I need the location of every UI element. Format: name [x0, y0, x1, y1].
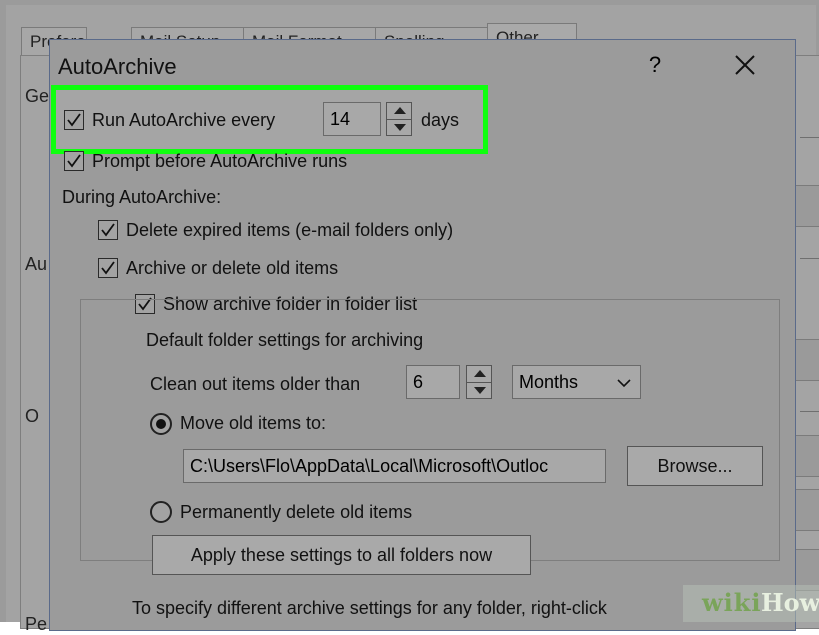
- close-icon: [735, 55, 755, 75]
- side-label-autoarchive: Au: [25, 254, 48, 274]
- close-button[interactable]: [722, 48, 768, 82]
- during-autoarchive-heading: During AutoArchive:: [62, 187, 222, 207]
- divider: [800, 137, 819, 138]
- down-arrow-icon: [394, 124, 406, 131]
- delete-expired-checkbox[interactable]: [98, 220, 118, 240]
- permanently-delete-label: Permanently delete old items: [180, 502, 413, 522]
- parent-side-button[interactable]: [794, 489, 819, 531]
- delete-expired-label: Delete expired items (e-mail folders onl…: [126, 220, 454, 240]
- watermark-logo: wiki: [702, 588, 762, 617]
- check-icon: [67, 154, 81, 168]
- group-title: Default folder settings for archiving: [142, 330, 428, 351]
- footer-instructions: To specify different archive settings fo…: [132, 598, 607, 618]
- up-arrow-icon: [474, 370, 486, 377]
- step-up-button[interactable]: [467, 366, 491, 382]
- down-arrow-icon: [474, 387, 486, 394]
- archive-old-checkbox[interactable]: [98, 258, 118, 278]
- radio-selected-dot: [156, 419, 166, 429]
- side-label-outlook-panes: O: [25, 406, 40, 426]
- run-autoarchive-checkbox[interactable]: [64, 110, 84, 130]
- period-select[interactable]: Months: [512, 365, 641, 399]
- divider: [800, 411, 819, 412]
- move-old-label: Move old items to:: [180, 413, 327, 433]
- step-up-button[interactable]: [387, 103, 411, 119]
- step-down-button[interactable]: [467, 382, 491, 398]
- step-down-button[interactable]: [387, 119, 411, 135]
- archive-old-label: Archive or delete old items: [126, 258, 339, 278]
- dialog-title: AutoArchive: [58, 54, 177, 79]
- clean-out-stepper[interactable]: [466, 365, 492, 399]
- check-icon: [67, 113, 81, 127]
- days-label: days: [421, 110, 460, 130]
- check-icon: [101, 261, 115, 275]
- move-old-radio[interactable]: [150, 413, 172, 435]
- side-label-general: Ge: [25, 86, 50, 106]
- check-icon: [101, 223, 115, 237]
- divider: [800, 258, 819, 259]
- parent-side-button[interactable]: [794, 435, 819, 477]
- autoarchive-days-input[interactable]: 14: [323, 102, 381, 136]
- clean-out-label: Clean out items older than: [150, 374, 361, 394]
- browse-button[interactable]: Browse...: [627, 446, 763, 486]
- watermark-logo-how: How: [761, 588, 819, 617]
- run-autoarchive-label: Run AutoArchive every: [92, 110, 276, 130]
- help-button[interactable]: ?: [640, 48, 670, 82]
- prompt-before-label: Prompt before AutoArchive runs: [92, 151, 348, 171]
- archive-path-input[interactable]: C:\Users\Flo\AppData\Local\Microsoft\Out…: [183, 449, 606, 483]
- up-arrow-icon: [394, 107, 406, 114]
- period-value: Months: [519, 372, 579, 392]
- chevron-down-icon: [617, 379, 631, 388]
- parent-side-button[interactable]: [794, 339, 819, 381]
- side-label-person-names: Pe: [25, 614, 48, 634]
- autoarchive-days-stepper[interactable]: [386, 102, 412, 136]
- parent-side-button[interactable]: [794, 185, 819, 227]
- permanently-delete-radio[interactable]: [150, 501, 172, 523]
- prompt-before-checkbox[interactable]: [64, 151, 84, 171]
- apply-all-folders-button[interactable]: Apply these settings to all folders now: [152, 535, 531, 575]
- clean-out-input[interactable]: 6: [406, 365, 460, 399]
